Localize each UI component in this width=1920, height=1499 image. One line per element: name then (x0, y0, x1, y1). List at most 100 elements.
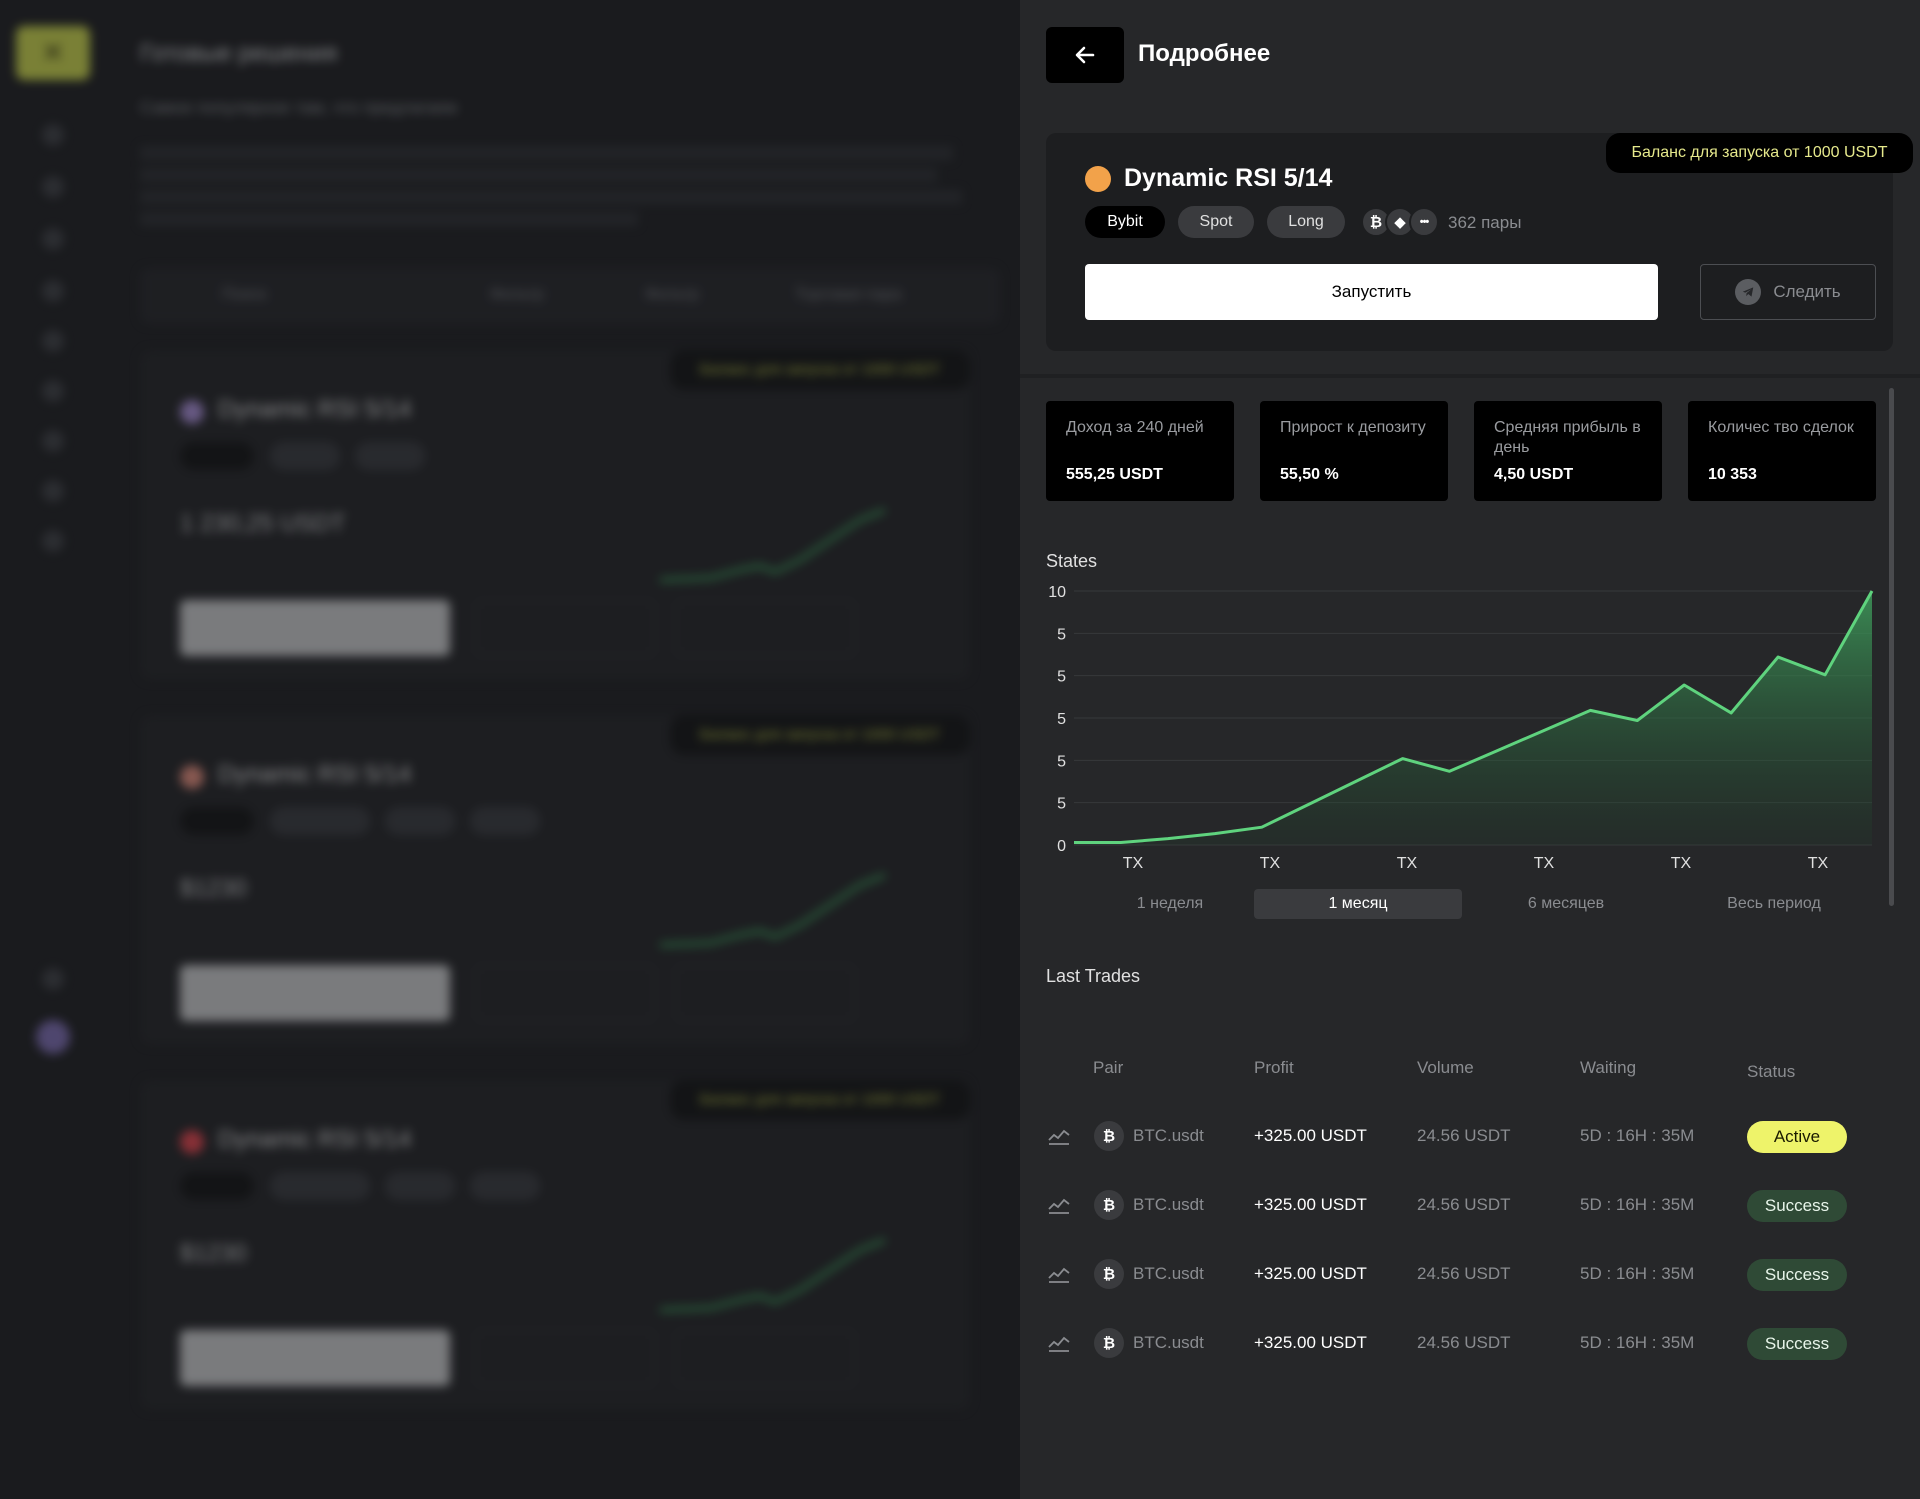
stat-label: Количес тво сделок (1708, 419, 1854, 436)
column-header-status: Status (1747, 1062, 1796, 1081)
stat-label: Средняя прибыль в день (1494, 419, 1641, 456)
sidebar-icon (42, 480, 64, 502)
table-row[interactable]: ₿ BTC.usdt +325.00 USDT 24.56 USDT 5D : … (1020, 1255, 1920, 1295)
bg-paragraph (140, 146, 970, 226)
stat-value: 4,50 USDT (1494, 466, 1574, 483)
column-header-pair: Pair (1093, 1058, 1124, 1077)
section-divider (1020, 374, 1920, 378)
bitcoin-icon: ₿ (1094, 1190, 1124, 1220)
back-button[interactable] (1046, 27, 1124, 83)
sidebar-icon (42, 228, 64, 250)
y-tick-label: 5 (1057, 669, 1066, 686)
bg-strategy-card: Баланс для запуска от 1000 USDT Dynamic … (140, 1080, 970, 1410)
trade-waiting: 5D : 16H : 35M (1580, 1195, 1695, 1214)
status-badge: Success (1747, 1190, 1847, 1222)
follow-label: Следить (1773, 282, 1841, 301)
y-tick-label: 10 (1048, 584, 1066, 601)
bg-strategy-card: Баланс для запуска от 1000 USDT Dynamic … (140, 715, 970, 1045)
avatar (36, 1020, 70, 1054)
more-coins-icon: ••• (1409, 207, 1439, 237)
x-tick-label: TX (1534, 855, 1555, 872)
arrow-left-icon (1075, 46, 1095, 64)
tag-market: Spot (1178, 206, 1254, 238)
table-row[interactable]: ₿ BTC.usdt +325.00 USDT 24.56 USDT 5D : … (1020, 1324, 1920, 1364)
stat-card-growth: Прирост к депозиту 55,50 % (1260, 401, 1448, 501)
tag-exchange: Bybit (1085, 206, 1165, 238)
trade-pair: BTC.usdt (1133, 1333, 1204, 1352)
trade-profit: +325.00 USDT (1254, 1195, 1367, 1214)
coin-list: ₿ ◆ ••• (1361, 207, 1439, 237)
background-page: ✕ Готовые решения Самое популярное там, … (0, 0, 1020, 1499)
stat-card-trades-count: Количес тво сделок 10 353 (1688, 401, 1876, 501)
stat-label: Доход за 240 дней (1066, 419, 1204, 436)
last-trades-title: Last Trades (1046, 966, 1141, 986)
trend-chart-icon (1048, 1129, 1070, 1145)
column-header-volume: Volume (1417, 1058, 1474, 1077)
column-header-waiting: Waiting (1580, 1058, 1637, 1077)
sidebar-icon (42, 124, 64, 146)
trade-volume: 24.56 USDT (1417, 1264, 1511, 1283)
sidebar-icon (42, 430, 64, 452)
x-tick-label: TX (1671, 855, 1692, 872)
bg-page-title: Готовые решения (140, 40, 338, 67)
trade-profit: +325.00 USDT (1254, 1333, 1367, 1352)
trade-volume: 24.56 USDT (1417, 1126, 1511, 1145)
bitcoin-icon: ₿ (1094, 1259, 1124, 1289)
trend-chart-icon (1048, 1267, 1070, 1283)
tag-direction: Long (1267, 206, 1345, 238)
trade-waiting: 5D : 16H : 35M (1580, 1264, 1695, 1283)
bitcoin-icon: ₿ (1094, 1328, 1124, 1358)
trade-profit: +325.00 USDT (1254, 1126, 1367, 1145)
period-month[interactable]: 1 месяц (1254, 889, 1462, 919)
trade-volume: 24.56 USDT (1417, 1333, 1511, 1352)
column-header-profit: Profit (1254, 1058, 1294, 1077)
period-all-time[interactable]: Весь период (1670, 889, 1878, 919)
y-tick-label: 5 (1057, 753, 1066, 770)
status-badge: Success (1747, 1328, 1847, 1360)
bitcoin-icon: ₿ (1094, 1121, 1124, 1151)
start-button[interactable]: Запустить (1085, 264, 1658, 320)
trade-pair: BTC.usdt (1133, 1195, 1204, 1214)
pairs-count: 362 пары (1448, 213, 1522, 232)
trade-volume: 24.56 USDT (1417, 1195, 1511, 1214)
y-tick-label: 0 (1057, 838, 1066, 855)
trade-pair: BTC.usdt (1133, 1264, 1204, 1283)
strategy-card: Баланс для запуска от 1000 USDT Dynamic … (1046, 133, 1913, 351)
sidebar-icon (42, 280, 64, 302)
period-week[interactable]: 1 неделя (1078, 889, 1262, 919)
logo-icon: ✕ (16, 26, 90, 80)
trade-waiting: 5D : 16H : 35M (1580, 1126, 1695, 1145)
sidebar-icon (42, 380, 64, 402)
details-panel: Подробнее Баланс для запуска от 1000 USD… (1020, 0, 1920, 1499)
stat-value: 10 353 (1708, 466, 1757, 483)
trend-chart-icon (1048, 1198, 1070, 1214)
bg-filter-bar: Поиск Фильтр Фильтр Торговая пара (140, 268, 1000, 324)
strategy-name: Dynamic RSI 5/14 (1124, 164, 1333, 192)
sidebar-icon (42, 330, 64, 352)
status-badge: Active (1747, 1121, 1847, 1153)
balance-badge: Баланс для запуска от 1000 USDT (1606, 133, 1913, 173)
stat-label: Прирост к депозиту (1280, 419, 1426, 436)
trade-pair: BTC.usdt (1133, 1126, 1204, 1145)
trade-profit: +325.00 USDT (1254, 1264, 1367, 1283)
table-row[interactable]: ₿ BTC.usdt +325.00 USDT 24.56 USDT 5D : … (1020, 1117, 1920, 1157)
bg-page-subtitle: Самое популярное там, что предлагаем (140, 98, 458, 117)
telegram-icon (1735, 279, 1762, 305)
y-tick-label: 5 (1057, 626, 1066, 643)
page-title: Подробнее (1138, 40, 1271, 67)
table-row[interactable]: ₿ BTC.usdt +325.00 USDT 24.56 USDT 5D : … (1020, 1186, 1920, 1226)
bg-strategy-card: Баланс для запуска от 1000 USDT Dynamic … (140, 350, 970, 680)
stat-card-income: Доход за 240 дней 555,25 USDT (1046, 401, 1234, 501)
period-6-months[interactable]: 6 месяцев (1462, 889, 1670, 919)
states-chart: 10 5 5 5 5 5 0 TX TX TX TX TX TX (1048, 584, 1874, 872)
sidebar-icon (42, 968, 64, 990)
follow-button[interactable]: Следить (1700, 264, 1876, 320)
trend-chart-icon (1048, 1336, 1070, 1352)
sidebar-icon (42, 176, 64, 198)
y-tick-label: 5 (1057, 796, 1066, 813)
stat-value: 555,25 USDT (1066, 466, 1163, 483)
x-tick-label: TX (1397, 855, 1418, 872)
stat-card-daily-profit: Средняя прибыль в день 4,50 USDT (1474, 401, 1662, 501)
x-tick-label: TX (1123, 855, 1144, 872)
y-tick-label: 5 (1057, 711, 1066, 728)
